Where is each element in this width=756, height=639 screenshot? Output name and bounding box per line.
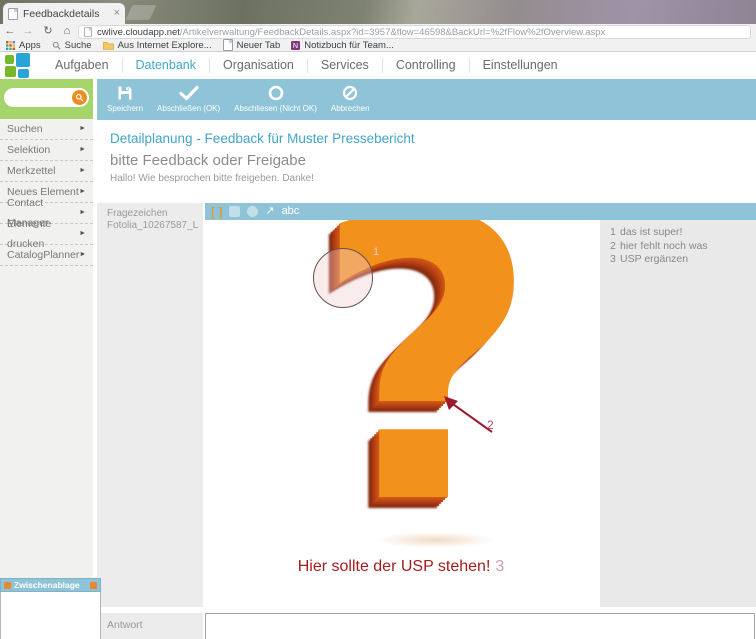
text-tool-button[interactable]: abc: [282, 206, 300, 217]
annotation-list-item[interactable]: 1 das ist super!: [610, 226, 756, 240]
main-content: Detailplanung - Feedback für Muster Pres…: [97, 120, 756, 639]
browser-window: Feedbackdetails × ← → ↻ ⌂ cwlive.cloudap…: [0, 0, 756, 639]
annotation-list-item[interactable]: 2 hier fehlt noch was: [610, 240, 756, 254]
svg-text:N: N: [293, 41, 298, 50]
arrow-tool-icon[interactable]: ↗: [265, 206, 274, 217]
apps-grid-icon: [6, 40, 15, 50]
sidebar-item-selektion[interactable]: Selektion ►: [0, 140, 93, 161]
reload-icon[interactable]: ↻: [40, 24, 56, 39]
finish-ok-button[interactable]: Abschließen (OK): [157, 84, 220, 113]
clipboard-icon: [4, 581, 11, 589]
browser-toolbar: ← → ↻ ⌂ cwlive.cloudapp.net /Artikelverw…: [0, 24, 756, 39]
cancel-button[interactable]: Abbrechen: [331, 84, 370, 113]
save-button[interactable]: Speichern: [107, 84, 143, 113]
cancel-icon: [342, 84, 358, 102]
feedback-image[interactable]: ? 1 2 Hier sollte der USP stehen! 3: [205, 220, 597, 607]
media-label-line2: Fotolia_10267587_L: [107, 220, 199, 231]
folder-icon: [102, 41, 114, 50]
page-icon: [222, 39, 233, 51]
app-header: Aufgaben Datenbank Organisation Services…: [0, 52, 756, 79]
clipboard-options-icon[interactable]: [90, 581, 97, 589]
annotation-list-item[interactable]: 3 USP ergänzen: [610, 253, 756, 267]
url-page-icon: [84, 27, 92, 37]
bookmark-folder[interactable]: Aus Internet Explore...: [102, 40, 212, 51]
search-icon: [75, 93, 84, 102]
circle-icon: [268, 84, 284, 102]
page-title: Detailplanung - Feedback für Muster Pres…: [110, 131, 415, 146]
search-icon: [52, 41, 61, 50]
chevron-right-icon: ►: [79, 230, 86, 237]
nav-item-aufgaben[interactable]: Aufgaben: [42, 58, 122, 73]
chevron-right-icon: ►: [79, 209, 86, 216]
image-caption: Hier sollte der USP stehen! 3: [297, 558, 505, 575]
finish-not-ok-button[interactable]: Abschliesen (Nicht OK): [234, 84, 317, 113]
nav-item-datenbank[interactable]: Datenbank: [121, 58, 209, 73]
annotation-marker-2: 2: [487, 418, 494, 432]
search-button[interactable]: [72, 90, 87, 105]
sidebar-search-panel: [0, 79, 93, 119]
address-bar[interactable]: cwlive.cloudapp.net /Artikelverwaltung/F…: [78, 25, 751, 39]
save-icon: [117, 84, 133, 102]
answer-input[interactable]: [205, 613, 755, 639]
url-path: /Artikelverwaltung/FeedbackDetails.aspx?…: [179, 26, 606, 38]
chevron-right-icon: ►: [79, 125, 86, 132]
crop-brackets-icon[interactable]: [ ]: [211, 206, 222, 218]
close-tab-icon[interactable]: ×: [114, 8, 120, 19]
search-input[interactable]: [11, 90, 73, 106]
nav-item-organisation[interactable]: Organisation: [209, 58, 307, 73]
bookmark-notizbuch[interactable]: N Notizbuch für Team...: [291, 40, 394, 51]
back-icon[interactable]: ←: [2, 24, 18, 39]
media-annotation-toolbar: [ ] ↗ abc: [205, 203, 756, 220]
nav-item-controlling[interactable]: Controlling: [381, 58, 469, 73]
bookmarks-bar: Apps Suche Aus Internet Explore... Neuer…: [0, 39, 756, 52]
rectangle-tool-icon[interactable]: [229, 206, 241, 217]
sidebar-item-suchen[interactable]: Suchen ►: [0, 119, 93, 140]
feedback-message: Hallo! Wie besprochen bitte freigeben. D…: [110, 173, 315, 184]
app-logo-icon[interactable]: [5, 53, 37, 78]
browser-tab[interactable]: Feedbackdetails ×: [3, 3, 125, 24]
annotation-circle-marker[interactable]: [313, 248, 373, 308]
clipboard-header[interactable]: Zwischenablage: [0, 578, 101, 592]
forward-icon[interactable]: →: [20, 24, 36, 39]
media-label-line1: Fragezeichen: [107, 208, 168, 219]
search-pill: [4, 88, 89, 107]
annotation-marker-1: 1: [373, 246, 380, 258]
clipboard-panel: Zwischenablage: [0, 578, 101, 639]
bookmark-neuer-tab[interactable]: Neuer Tab: [222, 39, 280, 51]
clipboard-body[interactable]: [0, 592, 101, 639]
bookmark-apps[interactable]: Apps: [6, 40, 41, 51]
sidebar-item-catalogplanner[interactable]: CatalogPlanner ►: [0, 245, 93, 266]
notebook-icon: N: [291, 40, 301, 50]
feedback-subtitle: bitte Feedback oder Freigabe: [110, 152, 306, 169]
nav-item-services[interactable]: Services: [306, 58, 382, 73]
new-tab-button[interactable]: [125, 5, 157, 20]
annotation-marker-3: 3: [495, 558, 505, 575]
chevron-right-icon: ►: [79, 251, 87, 258]
chevron-right-icon: ►: [79, 146, 86, 153]
browser-tab-strip: Feedbackdetails ×: [0, 0, 756, 24]
answer-label: Antwort: [97, 613, 203, 639]
check-icon: [178, 84, 199, 102]
sidebar-item-elemente-drucken[interactable]: Elemente drucken ►: [0, 218, 93, 250]
main-navigation: Aufgaben Datenbank Organisation Services…: [42, 52, 571, 79]
home-icon[interactable]: ⌂: [59, 24, 75, 39]
bookmark-suche[interactable]: Suche: [52, 40, 92, 51]
circle-tool-icon[interactable]: [247, 206, 259, 217]
reflection-shadow: [375, 532, 495, 548]
annotation-list-panel: 1 das ist super! 2 hier fehlt noch was 3…: [600, 220, 756, 607]
clipboard-title: Zwischenablage: [14, 580, 80, 590]
media-label-column: Fragezeichen Fotolia_10267587_L: [97, 203, 203, 607]
url-domain: cwlive.cloudapp.net: [97, 26, 180, 38]
chevron-right-icon: ►: [79, 188, 86, 195]
sidebar-item-merkzettel[interactable]: Merkzettel ►: [0, 161, 93, 182]
tab-title: Feedbackdetails: [23, 7, 100, 20]
action-toolbar: Speichern Abschließen (OK) Abschliesen (…: [97, 79, 756, 120]
nav-item-einstellungen[interactable]: Einstellungen: [468, 58, 571, 73]
favicon-page-icon: [8, 7, 18, 20]
sidebar: Suchen ► Selektion ► Merkzettel ► Neues …: [0, 119, 93, 639]
chevron-right-icon: ►: [79, 167, 86, 174]
